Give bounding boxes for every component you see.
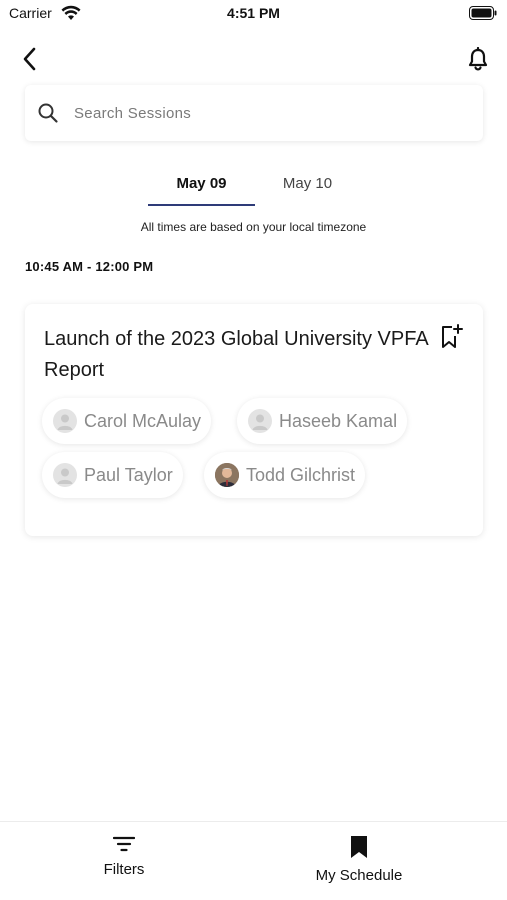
search-input[interactable] [74, 104, 434, 122]
bottom-navigation: Filters My Schedule [0, 821, 507, 900]
bookmark-icon [351, 836, 367, 858]
avatar-placeholder-icon [53, 463, 77, 487]
speaker-chip[interactable]: Carol McAulay [42, 398, 212, 444]
session-title: Launch of the 2023 Global University VPF… [44, 328, 428, 381]
status-bar: Carrier 4:51 PM [0, 0, 507, 28]
active-tab-indicator [148, 204, 255, 206]
filter-icon [113, 836, 135, 852]
date-tabs: May 09 May 10 [148, 160, 360, 208]
speaker-name: Todd Gilchrist [246, 464, 356, 485]
speaker-name: Paul Taylor [84, 464, 173, 485]
my-schedule-label: My Schedule [315, 867, 403, 884]
back-button[interactable] [14, 44, 44, 74]
battery-icon [469, 6, 497, 20]
time-slot-heading: 10:45 AM - 12:00 PM [25, 259, 154, 274]
filters-button[interactable]: Filters [74, 822, 174, 900]
filters-label: Filters [103, 861, 145, 878]
bell-icon [468, 47, 488, 71]
tab-may-09[interactable]: May 09 [148, 160, 255, 206]
session-card[interactable]: Launch of the 2023 Global University VPF… [25, 304, 483, 536]
chevron-left-icon [23, 47, 36, 71]
avatar-placeholder-icon [53, 409, 77, 433]
notifications-button[interactable] [463, 44, 493, 74]
speaker-name: Haseeb Kamal [279, 410, 398, 431]
clock: 4:51 PM [227, 5, 280, 21]
speaker-chip[interactable]: Todd Gilchrist [204, 452, 366, 498]
avatar-placeholder-icon [248, 409, 272, 433]
speaker-name: Carol McAulay [84, 410, 202, 431]
speaker-chip[interactable]: Haseeb Kamal [237, 398, 408, 444]
speaker-chip[interactable]: Paul Taylor [42, 452, 183, 498]
my-schedule-button[interactable]: My Schedule [298, 822, 420, 900]
search-box[interactable] [25, 85, 483, 141]
search-icon [38, 103, 58, 123]
timezone-note: All times are based on your local timezo… [140, 220, 367, 234]
add-bookmark-icon[interactable] [439, 324, 463, 350]
tab-may-10[interactable]: May 10 [255, 160, 360, 206]
avatar-photo [215, 463, 239, 487]
